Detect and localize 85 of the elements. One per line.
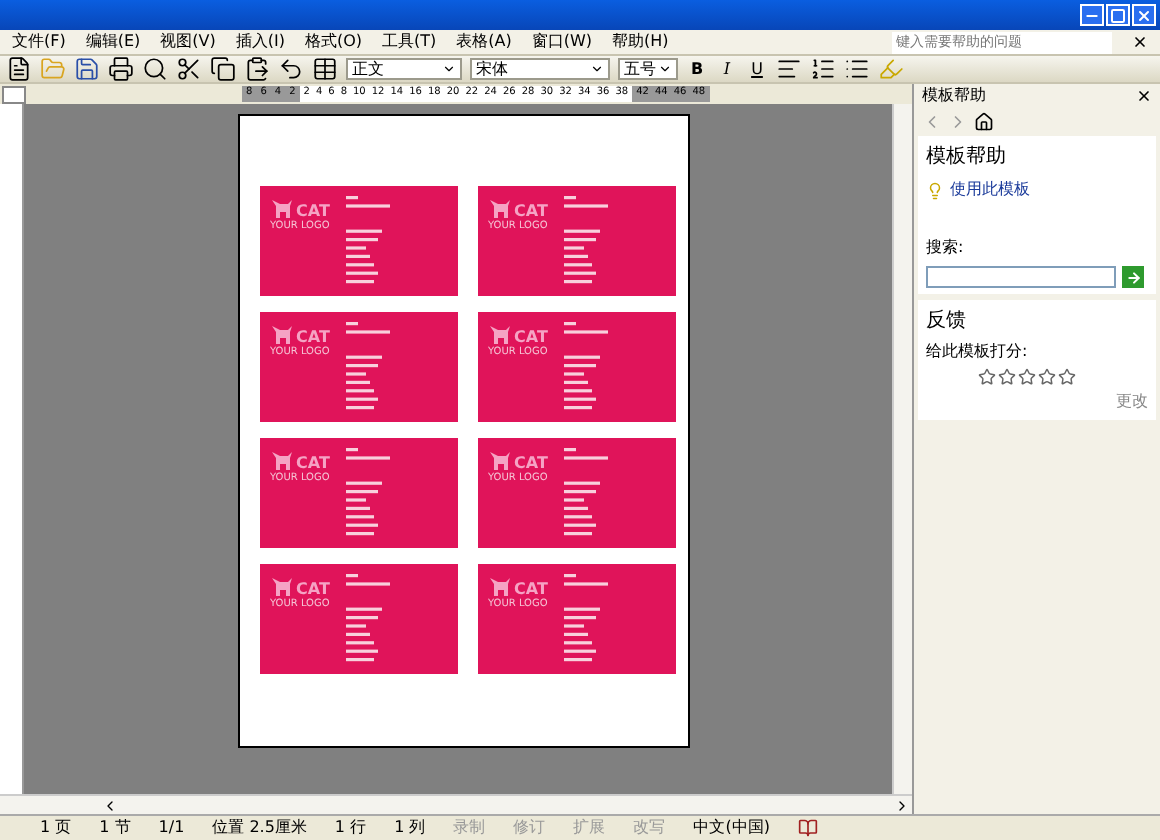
status-item: 1 行 bbox=[334, 816, 367, 840]
status-item: 录制 bbox=[453, 816, 486, 840]
status-item: 1/1 bbox=[158, 816, 185, 840]
cat-logo-icon bbox=[270, 196, 294, 220]
underline-button[interactable]: U bbox=[746, 57, 768, 81]
cat-logo-icon bbox=[270, 574, 294, 598]
scroll-right-icon[interactable] bbox=[894, 797, 910, 813]
menu-item[interactable]: 窗口(W) bbox=[531, 30, 593, 54]
caret-icon bbox=[590, 62, 604, 76]
cat-logo-icon bbox=[270, 448, 294, 472]
section-heading: 反馈 bbox=[926, 308, 968, 336]
logo-text: CAT bbox=[514, 330, 548, 346]
scroll-left-icon[interactable] bbox=[102, 797, 118, 813]
printer-icon[interactable] bbox=[108, 56, 134, 82]
close-button[interactable] bbox=[1132, 4, 1156, 26]
menu-item[interactable]: 格式(O) bbox=[304, 30, 363, 54]
scissors-icon[interactable] bbox=[176, 56, 202, 82]
rating-star[interactable] bbox=[998, 368, 1016, 386]
rating-star[interactable] bbox=[1018, 368, 1036, 386]
template-search-field[interactable] bbox=[926, 266, 1116, 288]
menu-item[interactable]: 帮助(H) bbox=[612, 30, 669, 54]
cat-logo-icon bbox=[270, 322, 294, 346]
arrow-right-icon bbox=[1125, 269, 1141, 285]
logo-text: CAT bbox=[514, 582, 548, 598]
horizontal-scrollbar[interactable] bbox=[0, 794, 912, 814]
minimize-button[interactable] bbox=[1080, 4, 1104, 26]
use-template-link[interactable]: 使用此模板 bbox=[950, 178, 1030, 202]
close-icon bbox=[1136, 7, 1152, 23]
rating-star[interactable] bbox=[1038, 368, 1056, 386]
font-size-dropdown[interactable]: 五号 bbox=[618, 58, 678, 80]
status-item: 1 节 bbox=[99, 816, 131, 840]
menu-item[interactable]: 视图(V) bbox=[160, 30, 216, 54]
copy-icon[interactable] bbox=[210, 56, 236, 82]
align-icon[interactable] bbox=[776, 56, 802, 82]
font-dropdown[interactable]: 宋体 bbox=[470, 58, 610, 80]
status-item: 修订 bbox=[513, 816, 546, 840]
home-icon[interactable] bbox=[974, 112, 994, 132]
task-pane-title: 模板帮助 bbox=[922, 84, 986, 108]
logo-text: CAT bbox=[296, 330, 330, 346]
logo-text: CAT bbox=[296, 456, 330, 472]
save-icon[interactable] bbox=[74, 56, 100, 82]
rate-label: 给此模板打分: bbox=[926, 340, 1030, 364]
logo-text: CAT bbox=[296, 582, 330, 598]
restore-icon bbox=[1110, 7, 1126, 23]
go-button[interactable] bbox=[1122, 266, 1144, 288]
caret-icon bbox=[442, 62, 456, 76]
status-item: 1 页 bbox=[40, 816, 72, 840]
new-document-icon[interactable] bbox=[6, 56, 32, 82]
undo-icon[interactable] bbox=[278, 56, 304, 82]
caret-icon bbox=[658, 62, 672, 76]
status-item: 位置 2.5厘米 bbox=[212, 816, 307, 840]
close-icon[interactable] bbox=[1132, 34, 1148, 50]
paste-icon[interactable] bbox=[244, 56, 270, 82]
status-item: 1 列 bbox=[394, 816, 426, 840]
status-item: 扩展 bbox=[573, 816, 606, 840]
lightbulb-icon bbox=[926, 181, 944, 199]
table-icon[interactable] bbox=[312, 56, 338, 82]
rating-star[interactable] bbox=[978, 368, 996, 386]
logo-text: CAT bbox=[514, 456, 548, 472]
bold-button[interactable]: B bbox=[686, 57, 708, 81]
numbered-list-icon[interactable] bbox=[810, 56, 836, 82]
style-dropdown[interactable]: 正文 bbox=[346, 58, 462, 80]
vertical-scrollbar[interactable] bbox=[892, 104, 912, 794]
status-item: 改写 bbox=[633, 816, 666, 840]
section-heading: 模板帮助 bbox=[926, 143, 1008, 172]
spelling-icon[interactable] bbox=[797, 818, 818, 838]
cat-logo-icon bbox=[488, 196, 512, 220]
change-link[interactable]: 更改 bbox=[1116, 390, 1148, 414]
search-label: 搜索: bbox=[926, 236, 966, 260]
logo-text: CAT bbox=[514, 204, 548, 220]
restore-button[interactable] bbox=[1106, 4, 1130, 26]
menu-item[interactable]: 工具(T) bbox=[382, 30, 437, 54]
menu-item[interactable]: 编辑(E) bbox=[85, 30, 141, 54]
cat-logo-icon bbox=[488, 322, 512, 346]
search-icon[interactable] bbox=[142, 56, 168, 82]
cat-logo-icon bbox=[488, 448, 512, 472]
logo-text: CAT bbox=[296, 204, 330, 220]
rating-star[interactable] bbox=[1058, 368, 1076, 386]
italic-button[interactable]: I bbox=[716, 57, 738, 81]
cat-logo-icon bbox=[488, 574, 512, 598]
menu-item[interactable]: 表格(A) bbox=[456, 30, 512, 54]
close-icon[interactable] bbox=[1136, 88, 1152, 104]
menu-item[interactable]: 文件(F) bbox=[12, 30, 66, 54]
status-item: 中文(中国) bbox=[693, 816, 770, 840]
menu-item[interactable]: 插入(I) bbox=[235, 30, 285, 54]
